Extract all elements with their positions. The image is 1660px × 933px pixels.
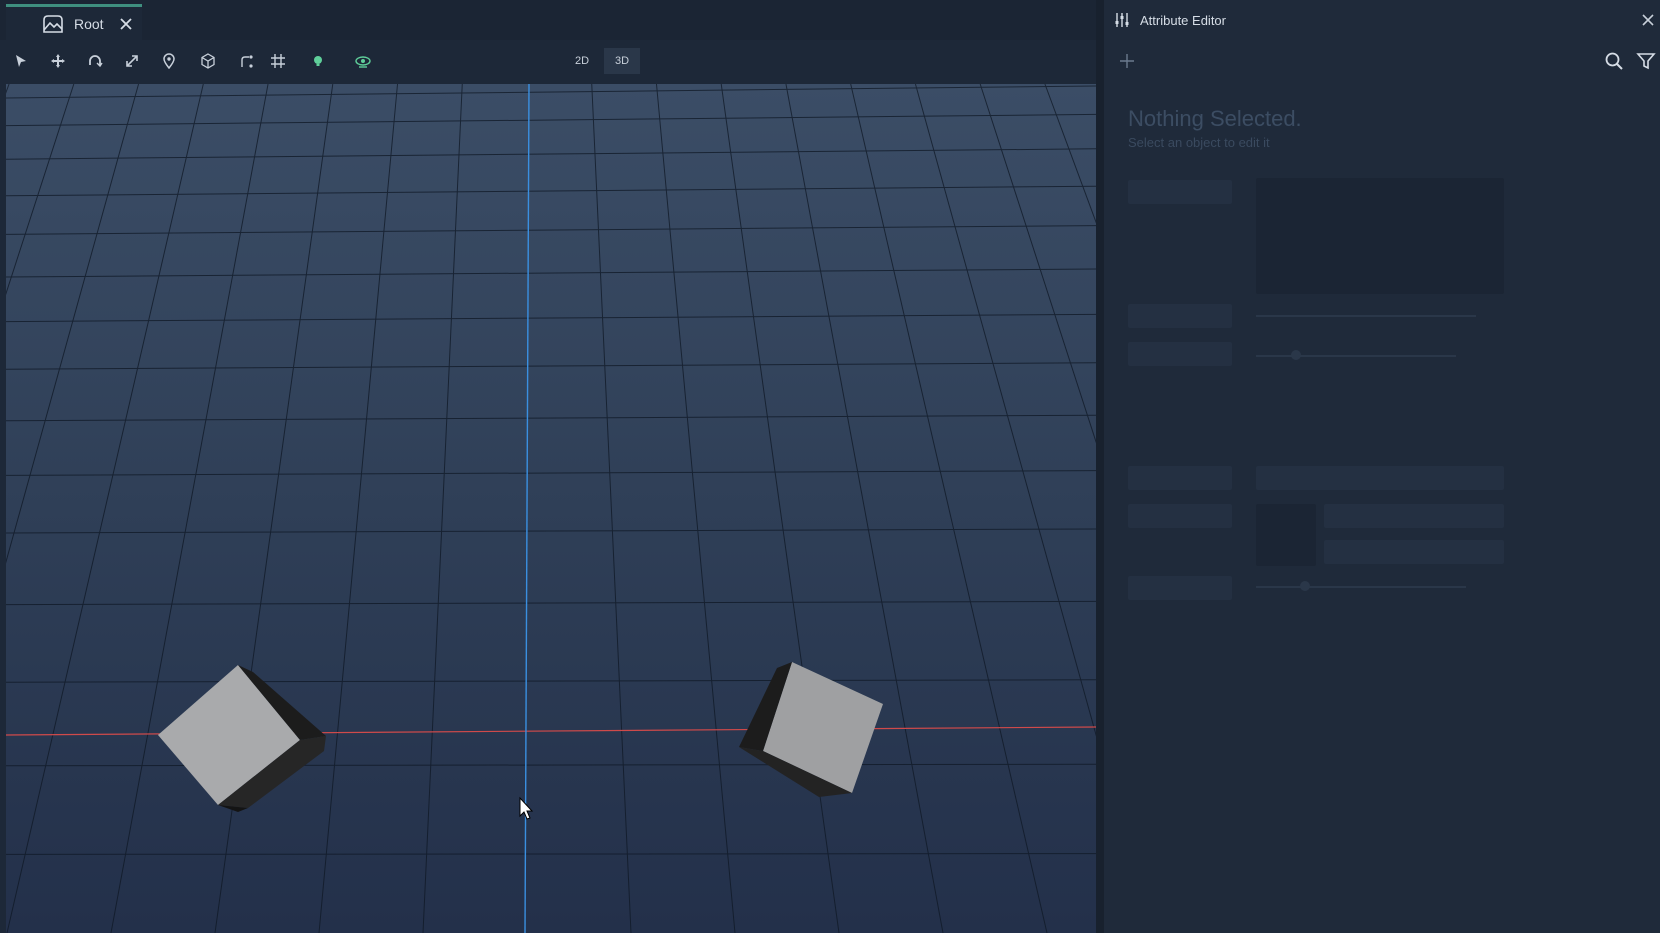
pin-tool-button[interactable] bbox=[158, 50, 180, 72]
close-icon[interactable] bbox=[1640, 12, 1656, 28]
close-icon[interactable] bbox=[118, 16, 134, 32]
path-tool-button[interactable] bbox=[236, 50, 258, 72]
scale-icon bbox=[126, 55, 138, 67]
search-icon[interactable] bbox=[1604, 51, 1624, 71]
grid-toggle-button[interactable] bbox=[267, 50, 289, 72]
3d-viewport[interactable] bbox=[6, 84, 1096, 933]
rotate-tool-button[interactable] bbox=[84, 50, 106, 72]
move-icon bbox=[51, 54, 65, 68]
path-icon bbox=[241, 55, 253, 68]
viewport-toolbar: 2D 3D bbox=[0, 40, 1096, 82]
empty-state-subtitle: Select an object to edit it bbox=[1128, 135, 1270, 150]
scale-tool-button[interactable] bbox=[121, 50, 143, 72]
move-tool-button[interactable] bbox=[47, 50, 69, 72]
scene-icon bbox=[43, 14, 63, 33]
select-icon bbox=[16, 55, 26, 67]
tab-root[interactable]: Root bbox=[6, 4, 142, 40]
mode-3d-button[interactable]: 3D bbox=[604, 48, 640, 74]
camera-icon bbox=[355, 56, 371, 68]
light-icon bbox=[314, 56, 322, 66]
object-tool-button[interactable] bbox=[197, 50, 219, 72]
attribute-editor-panel: Attribute Editor Nothing Selected. Selec… bbox=[1104, 0, 1660, 933]
scene-floor bbox=[6, 84, 1096, 933]
tab-label: Root bbox=[74, 15, 104, 32]
viewport-panel: Root 2D 3D bbox=[0, 0, 1096, 933]
object-icon bbox=[201, 53, 215, 69]
pin-icon bbox=[163, 53, 175, 69]
add-icon[interactable] bbox=[1118, 52, 1136, 70]
sliders-icon bbox=[1115, 13, 1129, 27]
empty-state-title: Nothing Selected. bbox=[1128, 106, 1302, 131]
filter-icon[interactable] bbox=[1636, 51, 1656, 71]
select-tool-button[interactable] bbox=[10, 50, 32, 72]
attribute-editor-header: Attribute Editor bbox=[1104, 0, 1660, 40]
grid-icon bbox=[271, 54, 285, 68]
rotate-icon bbox=[89, 55, 103, 68]
panel-splitter[interactable] bbox=[1096, 0, 1104, 933]
camera-view-button[interactable] bbox=[352, 50, 374, 72]
attribute-editor-title: Attribute Editor bbox=[1140, 12, 1226, 28]
light-toggle-button[interactable] bbox=[307, 50, 329, 72]
scene-canvas[interactable] bbox=[6, 84, 1096, 933]
tab-bar: Root bbox=[0, 0, 1096, 40]
mode-2d-button[interactable]: 2D bbox=[564, 48, 600, 74]
